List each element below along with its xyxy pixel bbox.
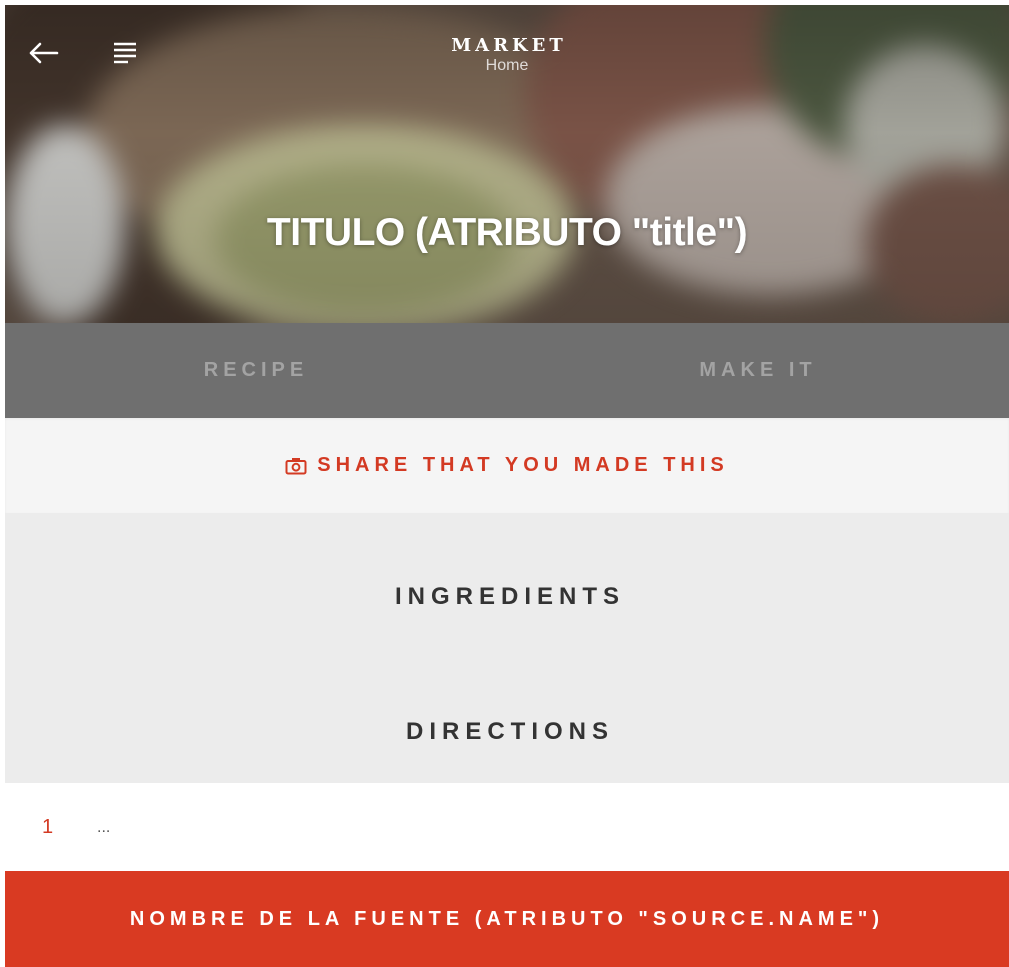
hero-header: MARKET Home TITULO (ATRIBUTO "title") [5,5,1009,323]
tab-bar: RECIPE MAKE IT [5,323,1009,418]
share-label: SHARE THAT YOU MADE THIS [317,454,729,476]
brand-name: MARKET [451,35,567,56]
tab-recipe[interactable]: RECIPE [5,323,507,418]
direction-step: 1 ... [5,783,1009,871]
step-number: 1 [42,816,54,838]
brand-subtitle: Home [485,57,529,74]
recipe-sections: INGREDIENTS DIRECTIONS [5,513,1009,783]
source-button[interactable]: NOMBRE DE LA FUENTE (ATRIBUTO "SOURCE.NA… [5,871,1009,967]
camera-icon [285,457,307,475]
brand-block: MARKET Home [5,35,1009,75]
step-text: ... [97,819,111,836]
directions-heading[interactable]: DIRECTIONS [5,718,1009,746]
source-label: NOMBRE DE LA FUENTE (ATRIBUTO "SOURCE.NA… [129,907,885,930]
recipe-screen: MARKET Home TITULO (ATRIBUTO "title") RE… [5,5,1009,967]
recipe-title: TITULO (ATRIBUTO "title") [266,211,748,254]
ingredients-heading[interactable]: INGREDIENTS [5,583,1009,611]
tab-make-it[interactable]: MAKE IT [507,323,1009,418]
share-button[interactable]: SHARE THAT YOU MADE THIS [5,418,1009,513]
